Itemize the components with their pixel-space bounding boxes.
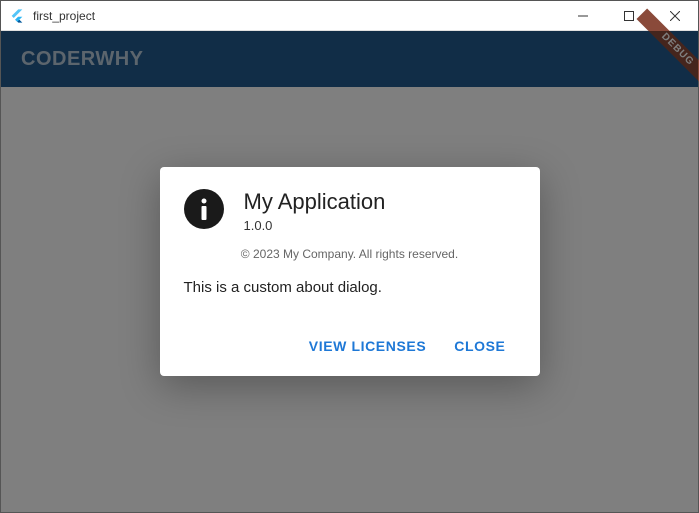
window-title: first_project	[33, 9, 560, 23]
dialog-legalese: © 2023 My Company. All rights reserved.	[184, 247, 516, 261]
minimize-button[interactable]	[560, 1, 606, 30]
dialog-header: My Application 1.0.0	[184, 189, 516, 232]
view-licenses-button[interactable]: VIEW LICENSES	[299, 330, 436, 362]
flutter-icon	[9, 8, 25, 24]
dialog-actions: VIEW LICENSES CLOSE	[184, 324, 516, 368]
info-icon	[184, 189, 224, 229]
app-container: CODERWHY DEBUG My Application 1.0.0 © 20…	[1, 31, 698, 512]
dialog-app-name: My Application	[244, 189, 516, 215]
window-titlebar: first_project	[1, 1, 698, 31]
about-dialog: My Application 1.0.0 © 2023 My Company. …	[160, 167, 540, 375]
close-dialog-button[interactable]: CLOSE	[444, 330, 515, 362]
window-controls	[560, 1, 698, 30]
dialog-title-block: My Application 1.0.0	[244, 189, 516, 232]
modal-scrim[interactable]: My Application 1.0.0 © 2023 My Company. …	[1, 31, 698, 512]
dialog-app-version: 1.0.0	[244, 218, 516, 233]
dialog-body-text: This is a custom about dialog.	[184, 279, 516, 296]
